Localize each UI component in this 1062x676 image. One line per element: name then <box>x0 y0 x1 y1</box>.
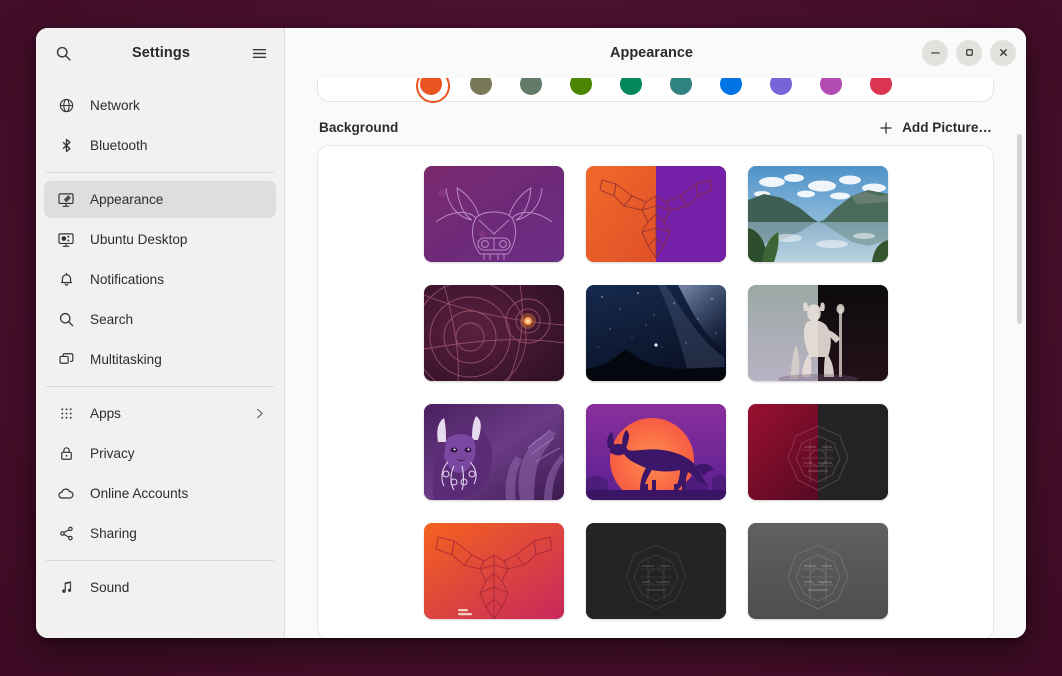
hamburger-menu-icon[interactable] <box>244 38 274 68</box>
accent-swatch-olive[interactable] <box>570 78 592 95</box>
lock-icon <box>56 444 76 464</box>
wallpaper-octagon-emblem-gray[interactable] <box>748 523 888 619</box>
window-titlebar: Appearance <box>285 28 1026 78</box>
sidebar-item-ubuntu-desktop[interactable]: Ubuntu Desktop <box>44 221 276 258</box>
search-icon <box>56 310 76 330</box>
settings-window: Settings Network <box>36 28 1026 638</box>
sidebar-item-sharing[interactable]: Sharing <box>44 515 276 552</box>
ubuntu-desktop-icon <box>56 230 76 250</box>
sidebar-item-notifications[interactable]: Notifications <box>44 261 276 298</box>
sidebar-separator <box>46 560 274 561</box>
sidebar-item-label: Network <box>90 98 266 113</box>
sidebar-item-label: Sharing <box>90 526 266 541</box>
wallpaper-ubuntu-polygon-bull-split[interactable] <box>586 166 726 262</box>
network-icon <box>56 96 76 116</box>
search-icon[interactable] <box>48 38 78 68</box>
sidebar-item-label: Online Accounts <box>90 486 266 501</box>
minimize-button[interactable] <box>922 40 948 66</box>
accent-swatch-orange[interactable] <box>420 78 442 95</box>
chevron-right-icon <box>253 407 266 420</box>
accent-swatch-magenta[interactable] <box>820 78 842 95</box>
add-picture-button[interactable]: Add Picture… <box>879 120 992 135</box>
add-picture-label: Add Picture… <box>902 120 992 135</box>
accent-swatch-red[interactable] <box>870 78 892 95</box>
sidebar-item-online-accounts[interactable]: Online Accounts <box>44 475 276 512</box>
accent-swatch-prussian-green[interactable] <box>670 78 692 95</box>
wallpaper-purple-forest-beast[interactable] <box>424 404 564 500</box>
plus-icon <box>879 121 893 135</box>
sidebar-item-label: Ubuntu Desktop <box>90 232 266 247</box>
multitasking-icon <box>56 350 76 370</box>
sidebar-item-label: Privacy <box>90 446 266 461</box>
accent-swatch-blue[interactable] <box>720 78 742 95</box>
close-button[interactable] <box>990 40 1016 66</box>
accent-swatch-purple[interactable] <box>770 78 792 95</box>
content-pane: Appearance <box>285 28 1026 638</box>
sidebar-item-sound[interactable]: Sound <box>44 569 276 606</box>
accent-swatch-viridian[interactable] <box>620 78 642 95</box>
sidebar-item-label: Appearance <box>90 192 266 207</box>
sidebar-separator <box>46 172 274 173</box>
wallpaper-grid <box>317 145 994 638</box>
accent-swatch-sage[interactable] <box>520 78 542 95</box>
sidebar-item-label: Bluetooth <box>90 138 266 153</box>
wallpaper-octagon-emblem-red-dark[interactable] <box>748 404 888 500</box>
sidebar-item-multitasking[interactable]: Multitasking <box>44 341 276 378</box>
sidebar-item-list: Network Bluetooth <box>36 78 284 638</box>
sidebar: Settings Network <box>36 28 285 638</box>
sidebar-item-search[interactable]: Search <box>44 301 276 338</box>
background-section-header: Background Add Picture… <box>319 120 992 135</box>
bluetooth-icon <box>56 136 76 156</box>
wallpaper-fjord-lake-reflection-photo[interactable] <box>748 166 888 262</box>
sidebar-item-label: Search <box>90 312 266 327</box>
share-icon <box>56 524 76 544</box>
accent-swatch-bark[interactable] <box>470 78 492 95</box>
settings-scroll-area[interactable]: Background Add Picture… <box>285 78 1026 638</box>
sidebar-item-label: Sound <box>90 580 266 595</box>
sidebar-title: Settings <box>78 45 244 61</box>
sidebar-item-network[interactable]: Network <box>44 87 276 124</box>
wallpaper-horned-figure-staff-split[interactable] <box>748 285 888 381</box>
sidebar-header: Settings <box>36 28 284 78</box>
sidebar-item-label: Notifications <box>90 272 266 287</box>
apps-grid-icon <box>56 404 76 424</box>
sidebar-item-appearance[interactable]: Appearance <box>44 181 276 218</box>
wallpaper-orange-polygon-bull[interactable] <box>424 523 564 619</box>
wallpaper-ubuntu-bull-lineart-purple[interactable] <box>424 166 564 262</box>
cloud-icon <box>56 484 76 504</box>
sidebar-item-apps[interactable]: Apps <box>44 395 276 432</box>
page-title: Appearance <box>301 45 922 61</box>
wallpaper-orbit-arcs-dark-purple[interactable] <box>424 285 564 381</box>
appearance-icon <box>56 190 76 210</box>
sidebar-item-label: Apps <box>90 406 253 421</box>
sidebar-item-bluetooth[interactable]: Bluetooth <box>44 127 276 164</box>
maximize-button[interactable] <box>956 40 982 66</box>
wallpaper-octagon-emblem-dark[interactable] <box>586 523 726 619</box>
sidebar-item-privacy[interactable]: Privacy <box>44 435 276 472</box>
music-note-icon <box>56 578 76 598</box>
background-section-title: Background <box>319 120 879 135</box>
accent-color-card <box>317 78 994 102</box>
sidebar-separator <box>46 386 274 387</box>
wallpaper-milky-way-mountain-night[interactable] <box>586 285 726 381</box>
sidebar-item-label: Multitasking <box>90 352 266 367</box>
bell-icon <box>56 270 76 290</box>
window-controls <box>922 40 1016 66</box>
wallpaper-bull-silhouette-sunset[interactable] <box>586 404 726 500</box>
vertical-scrollbar[interactable] <box>1017 134 1022 324</box>
